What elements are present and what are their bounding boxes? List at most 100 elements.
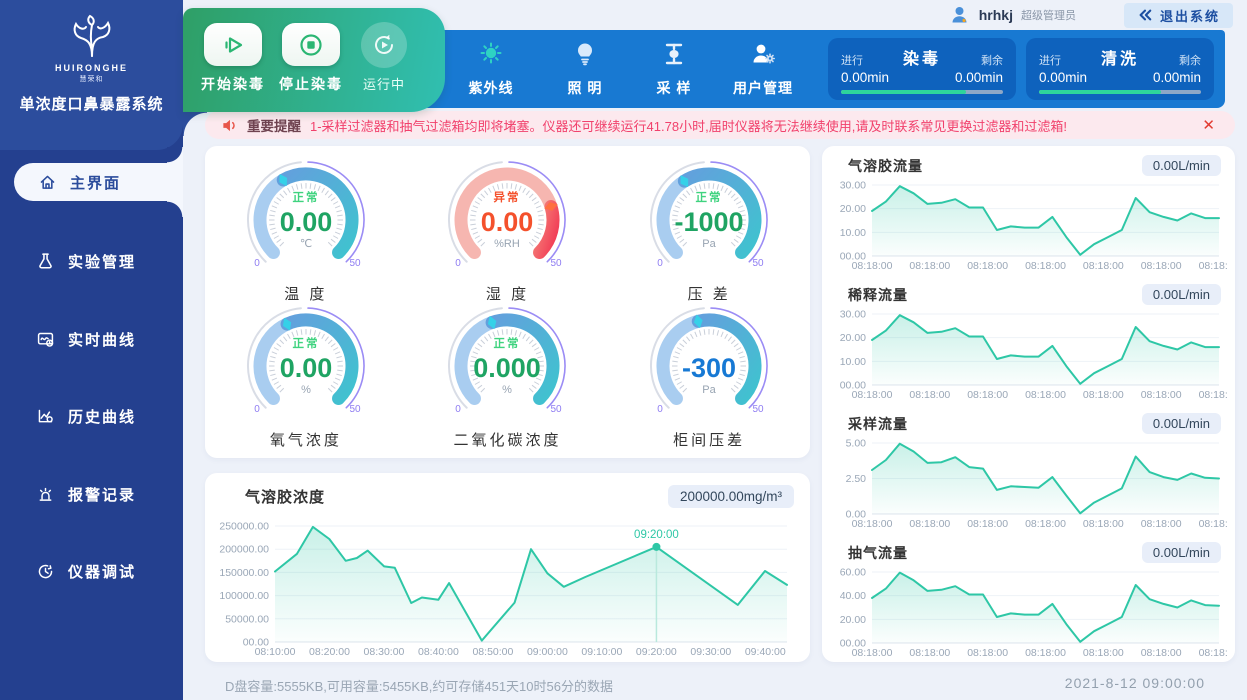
- svg-text:08:18:00: 08:18:00: [852, 647, 893, 659]
- sidebar-item-label: 报警记录: [68, 484, 136, 505]
- speaker-icon: [221, 117, 238, 134]
- toggle-sampling[interactable]: 采 样: [631, 40, 717, 98]
- gauge-oxygen: 正常0.00%050氧气浓度: [205, 302, 407, 448]
- svg-text:Pa: Pa: [702, 238, 716, 250]
- app-root: HUIRONGHE 慧荣和 单浓度口鼻暴露系统 主界面 实验管理: [0, 0, 1247, 700]
- svg-text:正常: 正常: [494, 336, 521, 350]
- svg-text:50: 50: [551, 258, 563, 269]
- svg-text:0: 0: [657, 404, 663, 415]
- svg-text:-300: -300: [682, 353, 736, 383]
- running-status-button[interactable]: [361, 22, 407, 68]
- sidebar-item-instrument-debug[interactable]: 仪器调试: [0, 552, 183, 590]
- svg-text:09:00:00: 09:00:00: [527, 646, 568, 658]
- svg-text:10.00: 10.00: [840, 356, 866, 368]
- toggle-uv[interactable]: 紫外线: [448, 40, 534, 98]
- flow-charts-panel: 气溶胶流量 0.00L/min 30.0020.0010.0000.0008:1…: [822, 146, 1235, 662]
- timer-remaining-label: 剩余: [1179, 52, 1201, 68]
- svg-text:0.00: 0.00: [280, 353, 333, 383]
- gauge-label: 氧气浓度: [205, 429, 407, 450]
- alert-banner: 重要提醒 1-采样过滤器和抽气过滤箱均即将堵塞。仪器还可继续运行41.78小时,…: [205, 111, 1235, 139]
- svg-text:0: 0: [456, 258, 462, 269]
- svg-text:09:10:00: 09:10:00: [581, 646, 622, 658]
- alert-close-icon[interactable]: ✕: [1198, 116, 1219, 134]
- svg-text:50: 50: [349, 404, 361, 415]
- svg-text:0: 0: [254, 404, 260, 415]
- stop-exposure-button[interactable]: [282, 23, 340, 66]
- timer-card-exposure: 进行 染毒 剩余 0.00min 0.00min: [828, 38, 1016, 100]
- toggle-user-management[interactable]: 用户管理: [720, 40, 806, 98]
- run-control-panel: 开始染毒 停止染毒 运行中: [183, 8, 445, 112]
- sidebar-item-label: 实时曲线: [68, 329, 136, 350]
- timer-remaining-value: 0.00min: [955, 70, 1003, 85]
- stop-icon: [298, 32, 324, 58]
- sidebar-item-alarm-records[interactable]: 报警记录: [0, 475, 183, 513]
- running-refresh-icon: [371, 32, 397, 58]
- svg-text:30.00: 30.00: [840, 180, 866, 192]
- chart-value-badge: 0.00L/min: [1142, 542, 1221, 563]
- flow-chart-sampling: 采样流量 0.00L/min 5.002.500.0008:18:0008:18…: [822, 404, 1235, 533]
- user-bar: hrhkj 超级管理员 退出系统: [949, 0, 1247, 30]
- svg-text:50: 50: [551, 404, 563, 415]
- gauge-label: 湿 度: [407, 283, 609, 304]
- rounded-corner-decoration: [183, 112, 207, 136]
- flask-icon: [36, 252, 55, 271]
- toggle-uv-label: 紫外线: [448, 78, 534, 98]
- gauge-cabinet-pressure: -300Pa050柜间压差: [608, 302, 810, 448]
- timer-progress-track: [841, 90, 1003, 94]
- sidebar-item-home[interactable]: 主界面: [14, 163, 183, 201]
- toggle-lighting-label: 照 明: [542, 78, 628, 98]
- svg-text:50: 50: [349, 258, 361, 269]
- sidebar-item-label: 历史曲线: [68, 406, 136, 427]
- sampling-flow-chart: 5.002.500.0008:18:0008:18:0008:18:0008:1…: [828, 436, 1227, 530]
- svg-text:℃: ℃: [300, 238, 312, 250]
- chart-value-badge: 0.00L/min: [1142, 284, 1221, 305]
- svg-text:08:50:00: 08:50:00: [472, 646, 513, 658]
- svg-text:08:18:00: 08:18:00: [1141, 389, 1182, 401]
- flow-chart-dilution: 稀释流量 0.00L/min 30.0020.0010.0000.0008:18…: [822, 275, 1235, 404]
- play-icon: [220, 32, 246, 58]
- dilution-flow-chart: 30.0020.0010.0000.0008:18:0008:18:0008:1…: [828, 307, 1227, 401]
- svg-text:09:20:00: 09:20:00: [636, 646, 677, 658]
- sidebar-item-experiments[interactable]: 实验管理: [0, 242, 183, 280]
- flow-chart-aerosol: 气溶胶流量 0.00L/min 30.0020.0010.0000.0008:1…: [822, 146, 1235, 275]
- svg-text:0.00: 0.00: [481, 207, 534, 237]
- gauges-panel: 正常0.00℃050温 度 异常0.00%RH050湿 度 正常-1000Pa0…: [205, 146, 810, 458]
- user-role: 超级管理员: [1021, 7, 1076, 23]
- chart-value-badge: 0.00L/min: [1142, 155, 1221, 176]
- brand-name-cn: 慧荣和: [0, 74, 183, 84]
- svg-text:%: %: [503, 384, 513, 396]
- sidebar-item-history-curves[interactable]: 历史曲线: [0, 397, 183, 435]
- svg-text:08:18:00: 08:18:00: [852, 518, 893, 530]
- alert-message: 1-采样过滤器和抽气过滤箱均即将堵塞。仪器还可继续运行41.78小时,届时仪器将…: [310, 116, 1189, 135]
- exit-system-button[interactable]: 退出系统: [1124, 3, 1233, 28]
- alarm-siren-icon: [36, 485, 55, 504]
- svg-text:-1000: -1000: [675, 207, 744, 237]
- svg-text:5.00: 5.00: [846, 438, 867, 450]
- gauge-temperature: 正常0.00℃050温 度: [205, 156, 407, 302]
- svg-text:150000.00: 150000.00: [219, 567, 269, 579]
- timer-elapsed-label: 进行: [841, 52, 863, 68]
- svg-text:08:18:00: 08:18:00: [909, 260, 950, 272]
- svg-text:08:18:00: 08:18:00: [1025, 389, 1066, 401]
- svg-text:08:18:00: 08:18:00: [1025, 647, 1066, 659]
- svg-text:异常: 异常: [494, 190, 521, 204]
- svg-text:30.00: 30.00: [840, 309, 866, 321]
- uv-sun-icon: [477, 40, 505, 68]
- svg-text:08:18:00: 08:18:00: [1083, 260, 1124, 272]
- svg-text:08:20:00: 08:20:00: [309, 646, 350, 658]
- svg-text:08:10:00: 08:10:00: [255, 646, 296, 658]
- chart-title: 抽气流量: [848, 543, 908, 563]
- toggle-lighting[interactable]: 照 明: [542, 40, 628, 98]
- avatar-icon: [949, 4, 971, 26]
- user-gear-icon: [749, 40, 777, 68]
- timer-elapsed-label: 进行: [1039, 52, 1061, 68]
- exit-system-label: 退出系统: [1160, 6, 1220, 25]
- svg-text:08:18:00: 08:18:00: [1083, 389, 1124, 401]
- sidebar-item-label: 实验管理: [68, 251, 136, 272]
- sidebar-item-realtime-curves[interactable]: 实时曲线: [0, 320, 183, 358]
- timer-phase-name: 清洗: [1101, 45, 1139, 69]
- timer-remaining-value: 0.00min: [1153, 70, 1201, 85]
- svg-text:08:18:00: 08:18:00: [1025, 518, 1066, 530]
- start-exposure-button[interactable]: [204, 23, 262, 66]
- timer-progress-fill: [841, 90, 966, 94]
